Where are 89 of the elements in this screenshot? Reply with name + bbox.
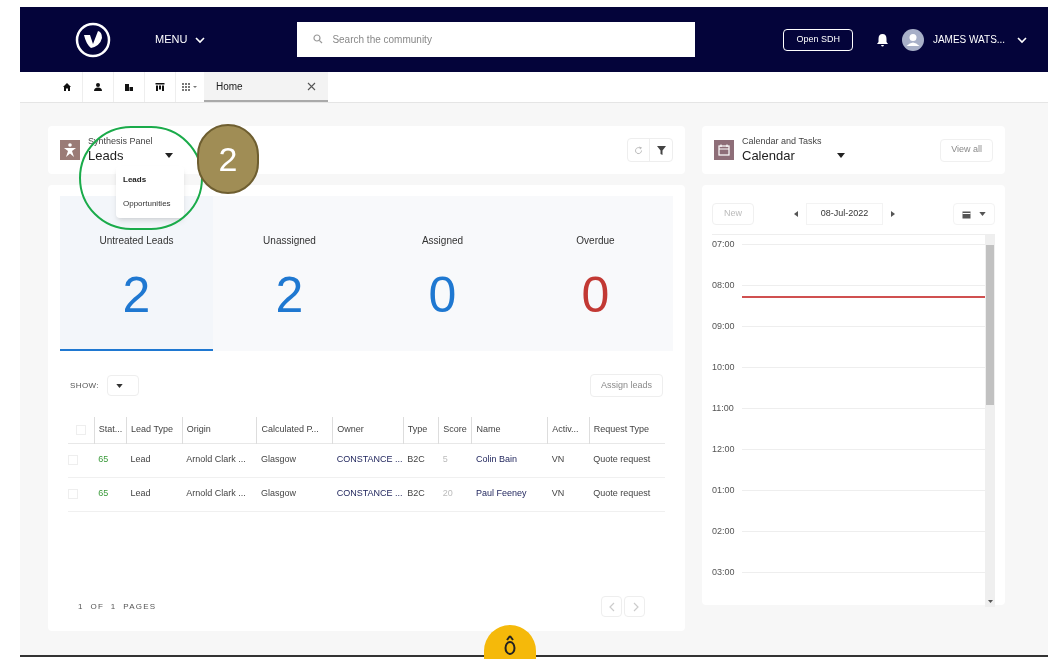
stat-value: 2 [122, 270, 151, 320]
calendar-icon [714, 140, 734, 160]
bell-icon[interactable] [875, 32, 889, 47]
column-header[interactable]: Calculated P... [256, 417, 333, 443]
hour-label: 03:00 [712, 566, 736, 579]
logo-icon[interactable] [75, 21, 111, 58]
filter-icon[interactable] [656, 145, 666, 155]
table-cell: Arnold Clark ... [182, 477, 257, 511]
stat-tile[interactable]: Unassigned 2 [213, 196, 366, 351]
assign-leads-button[interactable]: Assign leads [589, 374, 663, 397]
table-cell: Lead [126, 477, 183, 511]
hour-label: 10:00 [712, 361, 736, 374]
table-cell[interactable]: CONSTANCE ... [332, 443, 404, 477]
panel-subtitle: Calendar and Tasks [742, 136, 823, 148]
home-tab[interactable]: Home [204, 72, 328, 102]
user-menu[interactable]: JAMES WATS... [932, 32, 1028, 47]
hour-label: 09:00 [712, 320, 736, 333]
scrollbar[interactable] [985, 235, 995, 607]
caret-left-icon[interactable] [794, 211, 798, 217]
hour-label: 02:00 [712, 525, 736, 538]
table-cell: Lead [126, 443, 183, 477]
view-dropdown[interactable] [953, 203, 995, 225]
dropdown-item[interactable]: Leads [116, 168, 184, 192]
table-cell: 5 [438, 443, 472, 477]
table-cell: Quote request [589, 443, 665, 477]
stat-label: Unassigned [263, 234, 316, 248]
search-icon [313, 34, 324, 44]
building-icon[interactable] [124, 82, 134, 92]
caret-down-icon[interactable] [165, 153, 174, 159]
panel-title[interactable]: Leads [88, 147, 124, 164]
show-label: SHOW: [70, 379, 99, 392]
column-header[interactable]: Lead Type [126, 417, 183, 443]
grid-menu-icon[interactable] [182, 83, 198, 91]
person-icon[interactable] [93, 82, 103, 92]
table-cell: 65 [94, 477, 127, 511]
column-header[interactable]: Origin [182, 417, 257, 443]
column-header[interactable]: Name [471, 417, 548, 443]
caret-down-icon [979, 212, 986, 216]
stat-value: 0 [581, 270, 610, 320]
table-cell: 20 [438, 477, 472, 511]
search-field[interactable]: Search the community [297, 22, 696, 57]
menu-button[interactable]: MENU [155, 31, 206, 48]
scroll-down-icon [987, 600, 993, 603]
column-header[interactable]: Type [403, 417, 439, 443]
table-cell: Glasgow [256, 477, 333, 511]
hour-label: 12:00 [712, 443, 736, 456]
caret-right-icon[interactable] [891, 211, 895, 217]
table-cell: B2C [403, 477, 439, 511]
table-cell: VN [547, 477, 590, 511]
chevron-down-icon [1017, 34, 1028, 45]
hour-label: 08:00 [712, 279, 736, 292]
column-header[interactable]: Score [438, 417, 472, 443]
board-icon[interactable] [155, 82, 165, 92]
panel-title[interactable]: Calendar [742, 147, 795, 164]
hour-label: 01:00 [712, 484, 736, 497]
stat-label: Untreated Leads [99, 234, 174, 248]
stat-tile[interactable]: Assigned 0 [366, 196, 519, 351]
table-cell: B2C [403, 443, 439, 477]
close-icon[interactable] [307, 81, 316, 91]
table-cell[interactable]: Colin Bain [471, 443, 548, 477]
hour-label: 11:00 [712, 402, 735, 415]
column-header[interactable]: Request Type [589, 417, 665, 443]
home-icon[interactable] [62, 82, 72, 92]
chevron-down-icon [195, 34, 206, 45]
column-header[interactable]: Activ... [547, 417, 590, 443]
stat-value: 2 [275, 270, 304, 320]
avatar-icon[interactable] [901, 28, 924, 51]
stat-label: Overdue [576, 234, 615, 248]
table-cell: Arnold Clark ... [182, 443, 257, 477]
hour-label: 07:00 [712, 238, 736, 251]
table-cell[interactable]: Paul Feeney [471, 477, 548, 511]
open-sdh-button[interactable]: Open SDH [783, 28, 853, 51]
pagination-text: 1 OF 1 PAGES [78, 600, 157, 613]
table-cell: VN [547, 443, 590, 477]
tab-label: Home [216, 79, 243, 94]
table-cell: Quote request [589, 477, 665, 511]
view-all-button[interactable]: View all [940, 138, 993, 162]
table-cell[interactable]: CONSTANCE ... [332, 477, 404, 511]
stat-label: Assigned [421, 234, 464, 248]
table-cell: Glasgow [256, 443, 333, 477]
stat-value: 0 [428, 270, 457, 320]
stat-tile[interactable]: Overdue 0 [519, 196, 672, 351]
caret-down-icon [115, 383, 123, 388]
caret-down-icon[interactable] [836, 153, 845, 159]
column-header[interactable]: Stat... [94, 417, 127, 443]
table-cell: 65 [94, 443, 127, 477]
calendar-icon [962, 209, 971, 219]
date-field[interactable]: 08-Jul-2022 [806, 203, 883, 225]
column-header[interactable]: Owner [332, 417, 404, 443]
